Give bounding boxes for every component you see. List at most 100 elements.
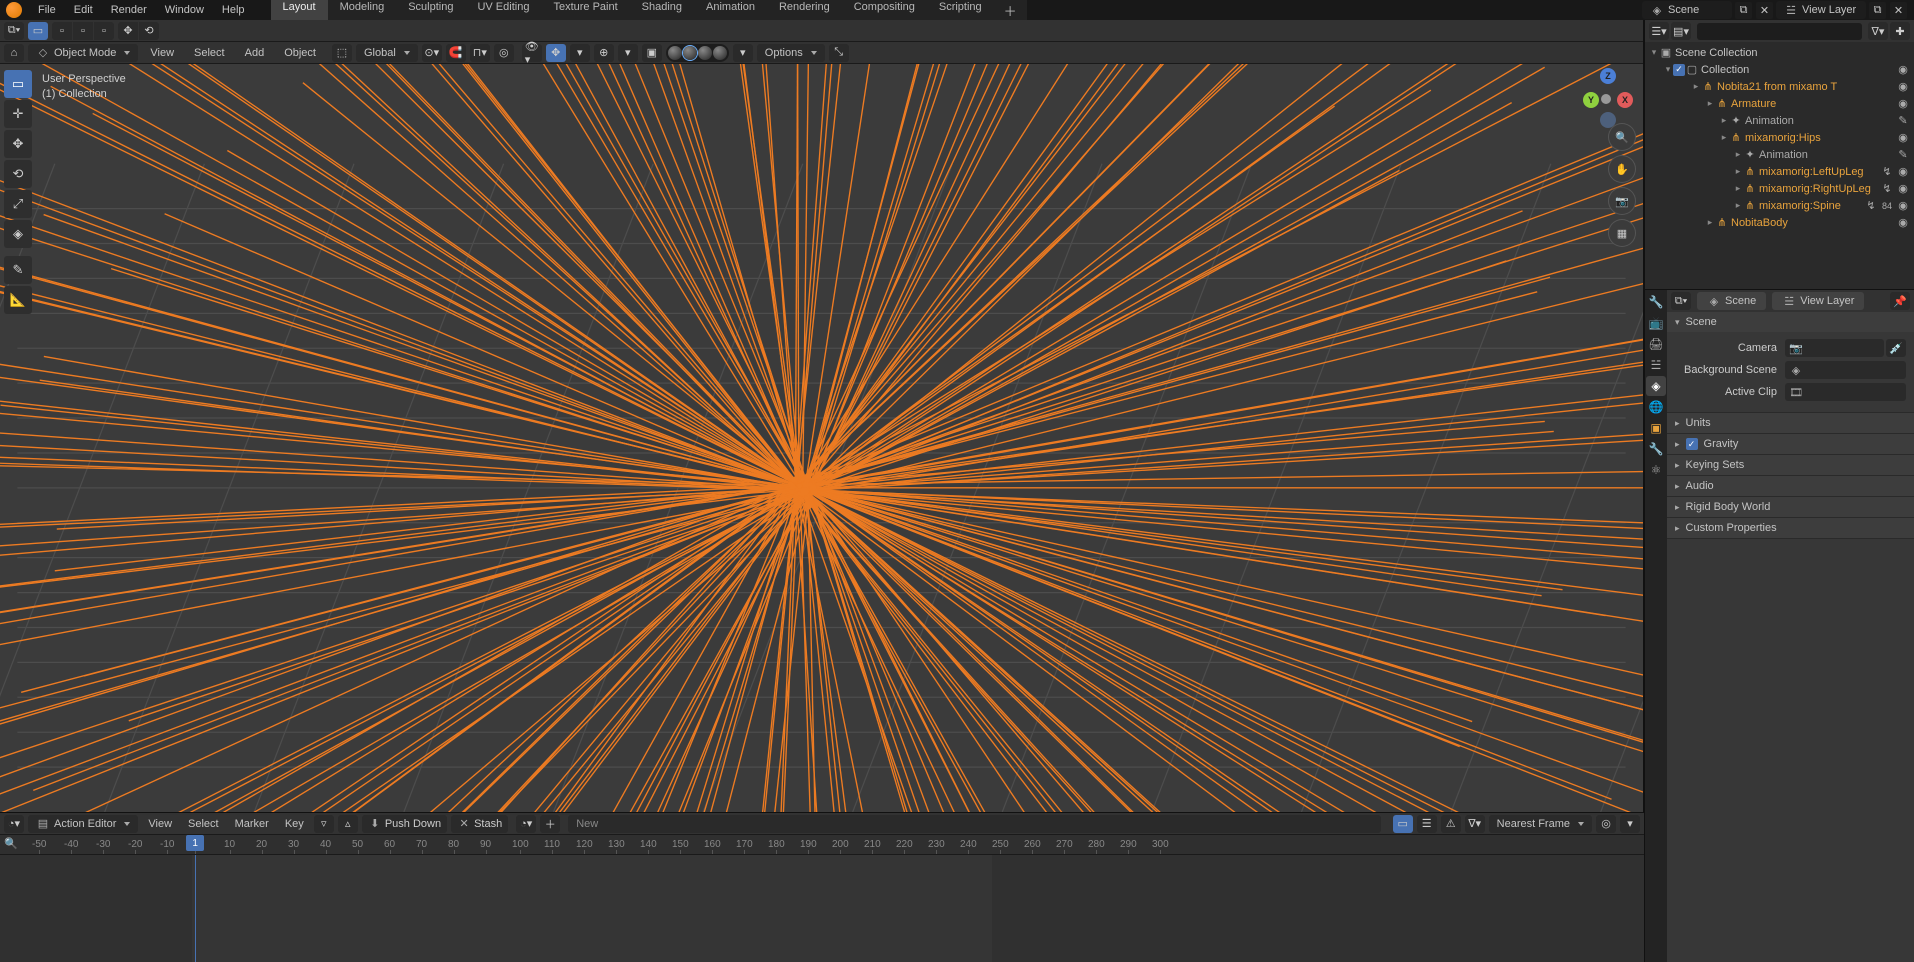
scene-collection-row[interactable]: ▾▣ Scene Collection: [1645, 44, 1914, 61]
axis-z[interactable]: Z: [1600, 68, 1616, 84]
units-header[interactable]: Units: [1667, 413, 1914, 433]
xray-toggle[interactable]: ▣: [642, 44, 662, 62]
pushdown-button[interactable]: ⬇Push Down: [362, 815, 447, 833]
tl-menu-marker[interactable]: Marker: [229, 818, 275, 830]
edit-icon[interactable]: ✎: [1896, 148, 1910, 161]
audio-header[interactable]: Audio: [1667, 476, 1914, 496]
tl-menu-view[interactable]: View: [142, 818, 178, 830]
tl-selected-only[interactable]: ⚠: [1441, 815, 1461, 833]
tl-summary-toggle[interactable]: ☰: [1417, 815, 1437, 833]
snap-selector[interactable]: Nearest Frame: [1489, 815, 1592, 833]
snap-type[interactable]: ⊓▾: [470, 44, 490, 62]
selectmode-1[interactable]: ▫: [52, 22, 72, 40]
menu-file[interactable]: File: [30, 1, 64, 19]
editor-corner-icon[interactable]: ⤡: [829, 44, 849, 62]
menu-render[interactable]: Render: [103, 1, 155, 19]
gizmo-type[interactable]: ▾: [570, 44, 590, 62]
gravity-header[interactable]: ✓Gravity: [1667, 434, 1914, 454]
visibility-eye-icon[interactable]: ◉: [1896, 199, 1910, 212]
scene-panel-header[interactable]: Scene: [1667, 312, 1914, 332]
menu-help[interactable]: Help: [214, 1, 253, 19]
outliner-editor-icon[interactable]: ☰▾: [1649, 22, 1669, 40]
shading-options[interactable]: ▾: [733, 44, 753, 62]
pan-button[interactable]: ✋: [1609, 156, 1635, 182]
playhead[interactable]: 1: [186, 835, 204, 851]
collection-checkbox[interactable]: ✓: [1673, 63, 1685, 76]
orientation-selector[interactable]: Global: [356, 44, 418, 62]
outliner-row[interactable]: ▸⋔mixamorig:LeftUpLeg↯◉: [1645, 163, 1914, 180]
visibility-eye-icon[interactable]: ◉: [1896, 97, 1910, 110]
channel-search-icon[interactable]: 🔍: [4, 837, 18, 850]
camera-eyedropper[interactable]: 💉: [1886, 339, 1906, 357]
proptab-physics[interactable]: ⚛: [1646, 460, 1666, 480]
rotate-tool[interactable]: ⟲: [4, 160, 32, 188]
proptab-tool[interactable]: 🔧: [1646, 292, 1666, 312]
proptab-world[interactable]: 🌐: [1646, 397, 1666, 417]
delete-viewlayer-button[interactable]: ✕: [1890, 2, 1907, 19]
cursor-tool[interactable]: ✛: [4, 100, 32, 128]
bgscene-field[interactable]: ◈: [1785, 361, 1906, 379]
outliner-search[interactable]: [1697, 23, 1862, 40]
visibility-eye-icon[interactable]: ◉: [1896, 182, 1910, 195]
menu-edit[interactable]: Edit: [66, 1, 101, 19]
action-browse-icon[interactable]: ◔▾: [516, 815, 536, 833]
navigation-gizmo[interactable]: X Y Z: [1577, 70, 1635, 128]
new-scene-button[interactable]: ⧉: [1735, 2, 1752, 19]
drag-button-2[interactable]: ⟲: [139, 22, 159, 40]
proptab-viewlayer[interactable]: ☱: [1646, 355, 1666, 375]
tl-select-tool[interactable]: ▭: [1393, 815, 1413, 833]
viewlayer-selector[interactable]: ☱View Layer: [1776, 1, 1866, 19]
outliner-display-mode[interactable]: ▤▾: [1671, 22, 1691, 40]
link-icon[interactable]: ↯: [1880, 182, 1894, 195]
overlay-type[interactable]: ▾: [618, 44, 638, 62]
move-tool[interactable]: ✥: [4, 130, 32, 158]
vp-menu-add[interactable]: Add: [237, 47, 273, 59]
menu-window[interactable]: Window: [157, 1, 212, 19]
tl-filter-up[interactable]: ▵: [338, 815, 358, 833]
new-viewlayer-button[interactable]: ⧉: [1869, 2, 1886, 19]
edit-icon[interactable]: ✎: [1896, 114, 1910, 127]
eye-icon[interactable]: ◉: [1896, 63, 1910, 76]
camera-view-button[interactable]: 📷: [1609, 188, 1635, 214]
tl-proportional[interactable]: ◎: [1596, 815, 1616, 833]
pin-button[interactable]: 📌: [1890, 292, 1910, 310]
tl-menu-key[interactable]: Key: [279, 818, 310, 830]
camera-field[interactable]: 📷: [1785, 339, 1884, 357]
editor-type-button[interactable]: ⧉▾: [4, 22, 24, 40]
vp-menu-select[interactable]: Select: [186, 47, 233, 59]
timeline-body[interactable]: [0, 855, 1644, 962]
context-viewlayer-button[interactable]: ☱View Layer: [1772, 292, 1864, 310]
selectmode-3[interactable]: ▫: [94, 22, 114, 40]
visibility-eye-icon[interactable]: ◉: [1896, 80, 1910, 93]
snap-toggle[interactable]: 🧲: [446, 44, 466, 62]
link-icon[interactable]: ↯: [1864, 199, 1878, 212]
outliner-row[interactable]: ▸⋔mixamorig:Hips◉: [1645, 129, 1914, 146]
visibility-eye-icon[interactable]: ◉: [1896, 216, 1910, 229]
perspective-toggle-button[interactable]: ▦: [1609, 220, 1635, 246]
collection-row[interactable]: ▾ ✓ ▢ Collection ◉: [1645, 61, 1914, 78]
stash-button[interactable]: ✕Stash: [451, 815, 508, 833]
wireframe-shading[interactable]: [668, 46, 682, 60]
new-action-button[interactable]: New: [568, 815, 1380, 833]
outliner-row[interactable]: ▸⋔NobitaBody◉: [1645, 214, 1914, 231]
outliner-row[interactable]: ▸⋔mixamorig:Spine↯84◉: [1645, 197, 1914, 214]
outliner-row[interactable]: ▸✦Animation✎: [1645, 146, 1914, 163]
editor-switch-icon[interactable]: ⌂: [4, 44, 24, 62]
visibility-button[interactable]: 👁▾: [522, 44, 542, 62]
mode-selector[interactable]: ◇Object Mode: [28, 44, 138, 62]
transform-tool[interactable]: ◈: [4, 220, 32, 248]
proptab-modifier[interactable]: 🔧: [1646, 439, 1666, 459]
options-dropdown[interactable]: Options: [757, 44, 825, 62]
proptab-output[interactable]: 🖨: [1646, 334, 1666, 354]
3d-viewport[interactable]: User Perspective (1) Collection ▭ ✛ ✥ ⟲ …: [0, 64, 1643, 812]
selectmode-2[interactable]: ▫: [73, 22, 93, 40]
material-shading[interactable]: [698, 46, 712, 60]
gizmo-toggle[interactable]: ✥: [546, 44, 566, 62]
dopesheet-editor-icon[interactable]: ◔▾: [4, 815, 24, 833]
scene-selector[interactable]: ◈Scene: [1642, 1, 1732, 19]
proptab-render[interactable]: 📺: [1646, 313, 1666, 333]
axis-x[interactable]: X: [1617, 92, 1633, 108]
outliner-row[interactable]: ▸⋔Armature◉: [1645, 95, 1914, 112]
tl-menu-select[interactable]: Select: [182, 818, 225, 830]
vp-menu-object[interactable]: Object: [276, 47, 324, 59]
